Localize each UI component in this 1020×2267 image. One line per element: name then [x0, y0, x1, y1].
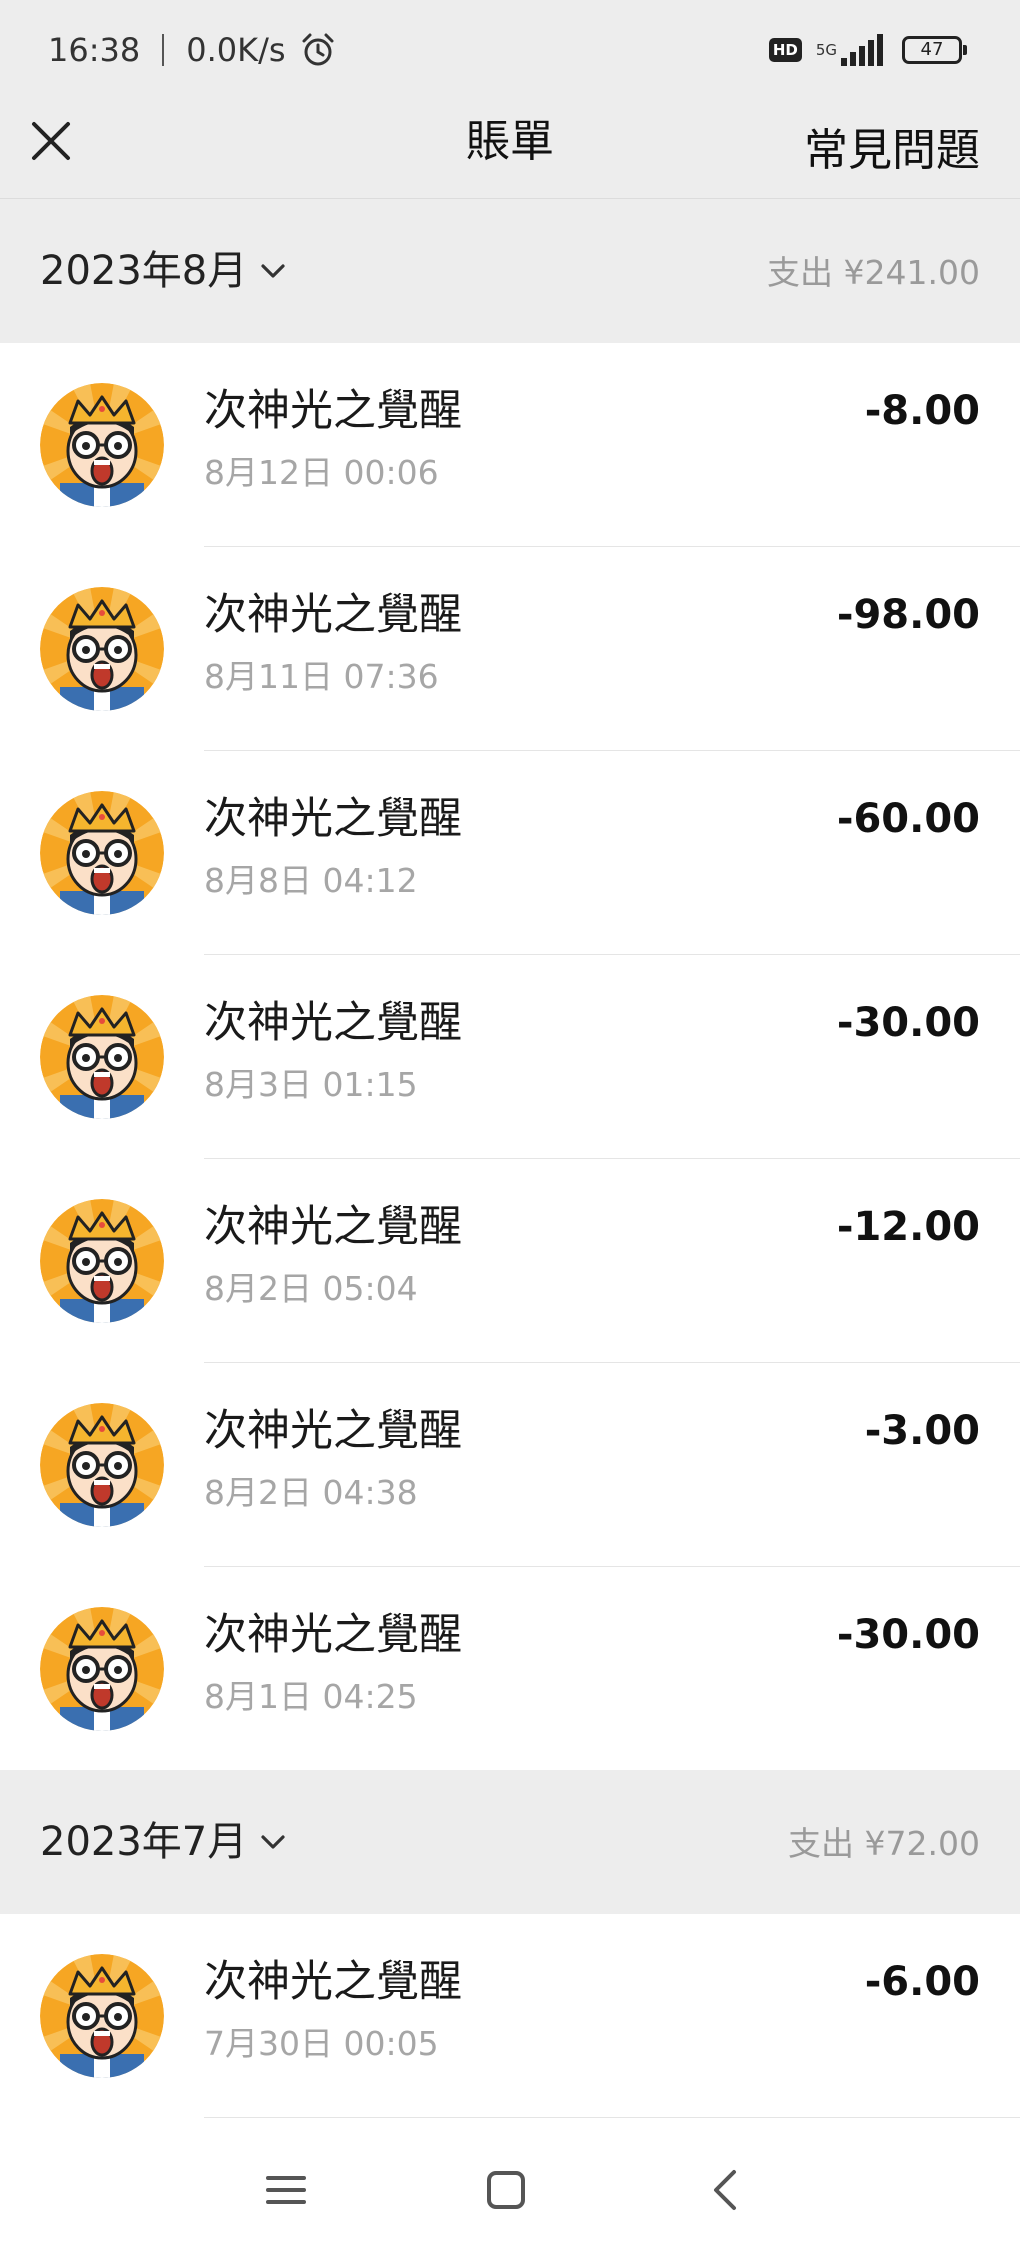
transaction-amount: -6.00 — [864, 1959, 980, 2005]
transaction-amount: -3.00 — [864, 1408, 980, 1454]
status-right: HD 5G 47 — [768, 30, 967, 70]
chevron-down-icon — [261, 264, 285, 278]
battery-icon: 47 — [902, 36, 967, 64]
system-nav-bar — [0, 2120, 1020, 2267]
merchant-name: 次神光之覺醒 — [204, 386, 462, 436]
merchant-name: 次神光之覺醒 — [204, 1610, 462, 1660]
transaction-amount: -98.00 — [836, 592, 980, 638]
month-header-jul: 2023年7月 支出 ¥72.00 — [0, 1770, 1020, 1914]
battery-level: 47 — [920, 39, 944, 60]
avatar — [40, 1954, 164, 2078]
merchant-name: 次神光之覺醒 — [204, 1202, 462, 1252]
merchant-name: 次神光之覺醒 — [204, 1957, 462, 2007]
transaction-row[interactable]: 次神光之覺醒 8月8日 04:12 -60.00 — [0, 751, 1020, 955]
transaction-row[interactable]: 次神光之覺醒 8月3日 01:15 -30.00 — [0, 955, 1020, 1159]
transaction-time: 8月11日 07:36 — [204, 657, 439, 696]
transaction-time: 8月3日 01:15 — [204, 1065, 418, 1104]
month-total: 支出 ¥72.00 — [788, 1824, 980, 1863]
transaction-amount: -30.00 — [836, 1000, 980, 1046]
transaction-row[interactable]: 次神光之覺醒 8月2日 05:04 -12.00 — [0, 1159, 1020, 1363]
transaction-row[interactable]: 次神光之覺醒 8月1日 04:25 -30.00 — [0, 1567, 1020, 1771]
avatar — [40, 587, 164, 711]
transaction-row[interactable]: 次神光之覺醒 8月11日 07:36 -98.00 — [0, 547, 1020, 751]
month-picker[interactable]: 2023年8月 — [40, 245, 287, 297]
avatar — [40, 995, 164, 1119]
month-label: 2023年7月 — [40, 1819, 248, 1865]
transaction-amount: -12.00 — [836, 1204, 980, 1250]
merchant-name: 次神光之覺醒 — [204, 794, 462, 844]
transaction-time: 8月8日 04:12 — [204, 861, 418, 900]
transaction-time: 8月2日 04:38 — [204, 1473, 418, 1512]
faq-link[interactable]: 常見問題 — [804, 114, 980, 178]
avatar — [40, 383, 164, 507]
avatar — [40, 1199, 164, 1323]
transaction-row[interactable]: 次神光之覺醒 8月2日 04:38 -3.00 — [0, 1363, 1020, 1567]
title-bar: 賬單 常見問題 — [0, 100, 1020, 199]
transaction-time: 8月2日 05:04 — [204, 1269, 418, 1308]
transaction-time: 8月12日 00:06 — [204, 453, 439, 492]
avatar — [40, 791, 164, 915]
menu-icon[interactable] — [256, 2160, 316, 2220]
hd-badge: HD — [768, 38, 802, 62]
transaction-amount: -8.00 — [864, 388, 980, 434]
network-speed: 0.0K/s — [186, 31, 286, 69]
status-left: 16:38 0.0K/s — [48, 28, 336, 72]
network-type: 5G — [815, 40, 837, 59]
month-label: 2023年8月 — [40, 248, 248, 294]
merchant-name: 次神光之覺醒 — [204, 1406, 462, 1456]
month-header-aug: 2023年8月 支出 ¥241.00 — [0, 199, 1020, 343]
back-icon[interactable] — [696, 2160, 756, 2220]
status-separator — [162, 34, 165, 66]
chevron-down-icon — [261, 1835, 285, 1849]
month-total: 支出 ¥241.00 — [767, 253, 980, 292]
transaction-amount: -30.00 — [836, 1612, 980, 1658]
month-picker[interactable]: 2023年7月 — [40, 1816, 287, 1868]
row-divider — [204, 2117, 1020, 2118]
merchant-name: 次神光之覺醒 — [204, 998, 462, 1048]
status-bar: 16:38 0.0K/s HD 5G 47 — [0, 0, 1020, 100]
transaction-time: 7月30日 00:05 — [204, 2024, 439, 2063]
transaction-row[interactable]: 次神光之覺醒 8月12日 00:06 -8.00 — [0, 343, 1020, 547]
transaction-time: 8月1日 04:25 — [204, 1677, 418, 1716]
avatar — [40, 1403, 164, 1527]
home-icon[interactable] — [476, 2160, 536, 2220]
status-time: 16:38 — [48, 31, 141, 69]
signal-strength-icon — [841, 34, 886, 66]
merchant-name: 次神光之覺醒 — [204, 590, 462, 640]
alarm-clock-icon — [302, 33, 334, 66]
transaction-amount: -60.00 — [836, 796, 980, 842]
avatar — [40, 1607, 164, 1731]
transaction-row[interactable]: 次神光之覺醒 7月30日 00:05 -6.00 — [0, 1914, 1020, 2118]
network-type-label: 5G — [815, 40, 837, 59]
